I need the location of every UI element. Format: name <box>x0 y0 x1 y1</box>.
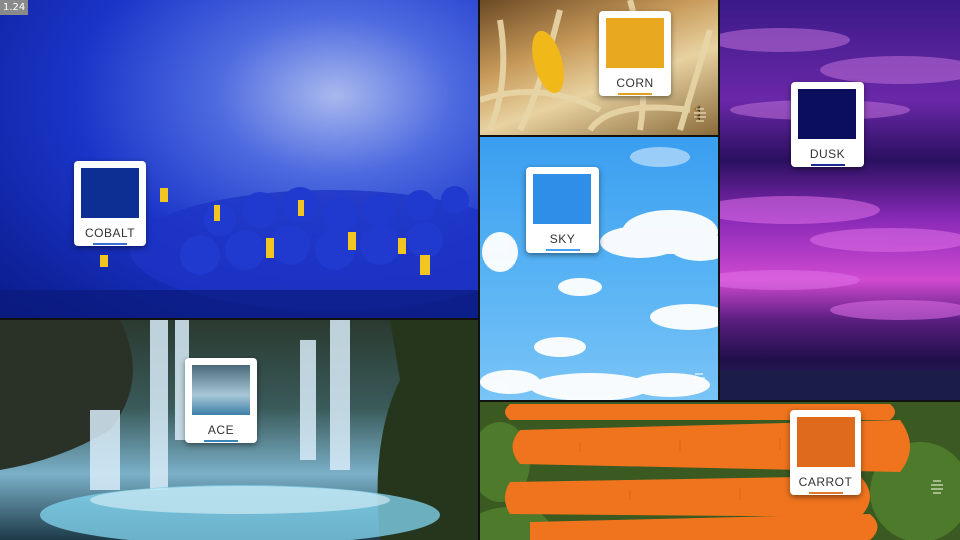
swatch-label: COBALT <box>84 226 136 240</box>
swatch-card-carrot[interactable]: CARROT <box>790 410 861 495</box>
color-chip <box>192 365 250 415</box>
tile-dusk[interactable]: DUSK <box>720 0 960 400</box>
swatch-label: DUSK <box>809 147 846 161</box>
tile-cobalt[interactable]: COBALT <box>0 0 478 318</box>
tile-corn[interactable]: CORN <box>480 0 718 135</box>
swatch-label: CARROT <box>798 475 853 489</box>
swatch-underline <box>810 164 845 166</box>
swatch-card-cobalt[interactable]: COBALT <box>74 161 146 246</box>
version-badge: 1.24 <box>0 0 29 15</box>
sky-dusk-image <box>720 28 960 400</box>
color-chip <box>81 168 139 218</box>
beehive-icon <box>693 373 705 387</box>
swatch-underline <box>808 492 843 494</box>
beehive-icon <box>694 108 706 122</box>
color-chip <box>606 18 664 68</box>
swatch-underline <box>93 243 127 245</box>
swatch-card-corn[interactable]: CORN <box>599 11 671 96</box>
swatch-label: CORN <box>616 76 654 90</box>
tile-ace[interactable]: ACE <box>0 320 478 540</box>
swatch-card-dusk[interactable]: DUSK <box>791 82 864 167</box>
color-chip <box>797 417 855 467</box>
swatch-underline <box>618 93 652 95</box>
tile-carrot[interactable]: CARROT <box>480 402 960 540</box>
swatch-card-sky[interactable]: SKY <box>526 167 599 253</box>
swatch-card-ace[interactable]: ACE <box>185 358 257 443</box>
beehive-icon <box>931 480 943 494</box>
carrots-image <box>480 404 960 540</box>
swatch-underline <box>545 249 580 251</box>
swatch-label: ACE <box>207 423 235 437</box>
tile-sky[interactable]: SKY <box>480 137 718 400</box>
swatch-label: SKY <box>549 232 576 246</box>
flower-image <box>0 186 478 318</box>
color-chip <box>533 174 591 224</box>
swatch-underline <box>204 440 238 442</box>
color-chip <box>798 89 856 139</box>
clouds-image <box>480 147 718 400</box>
